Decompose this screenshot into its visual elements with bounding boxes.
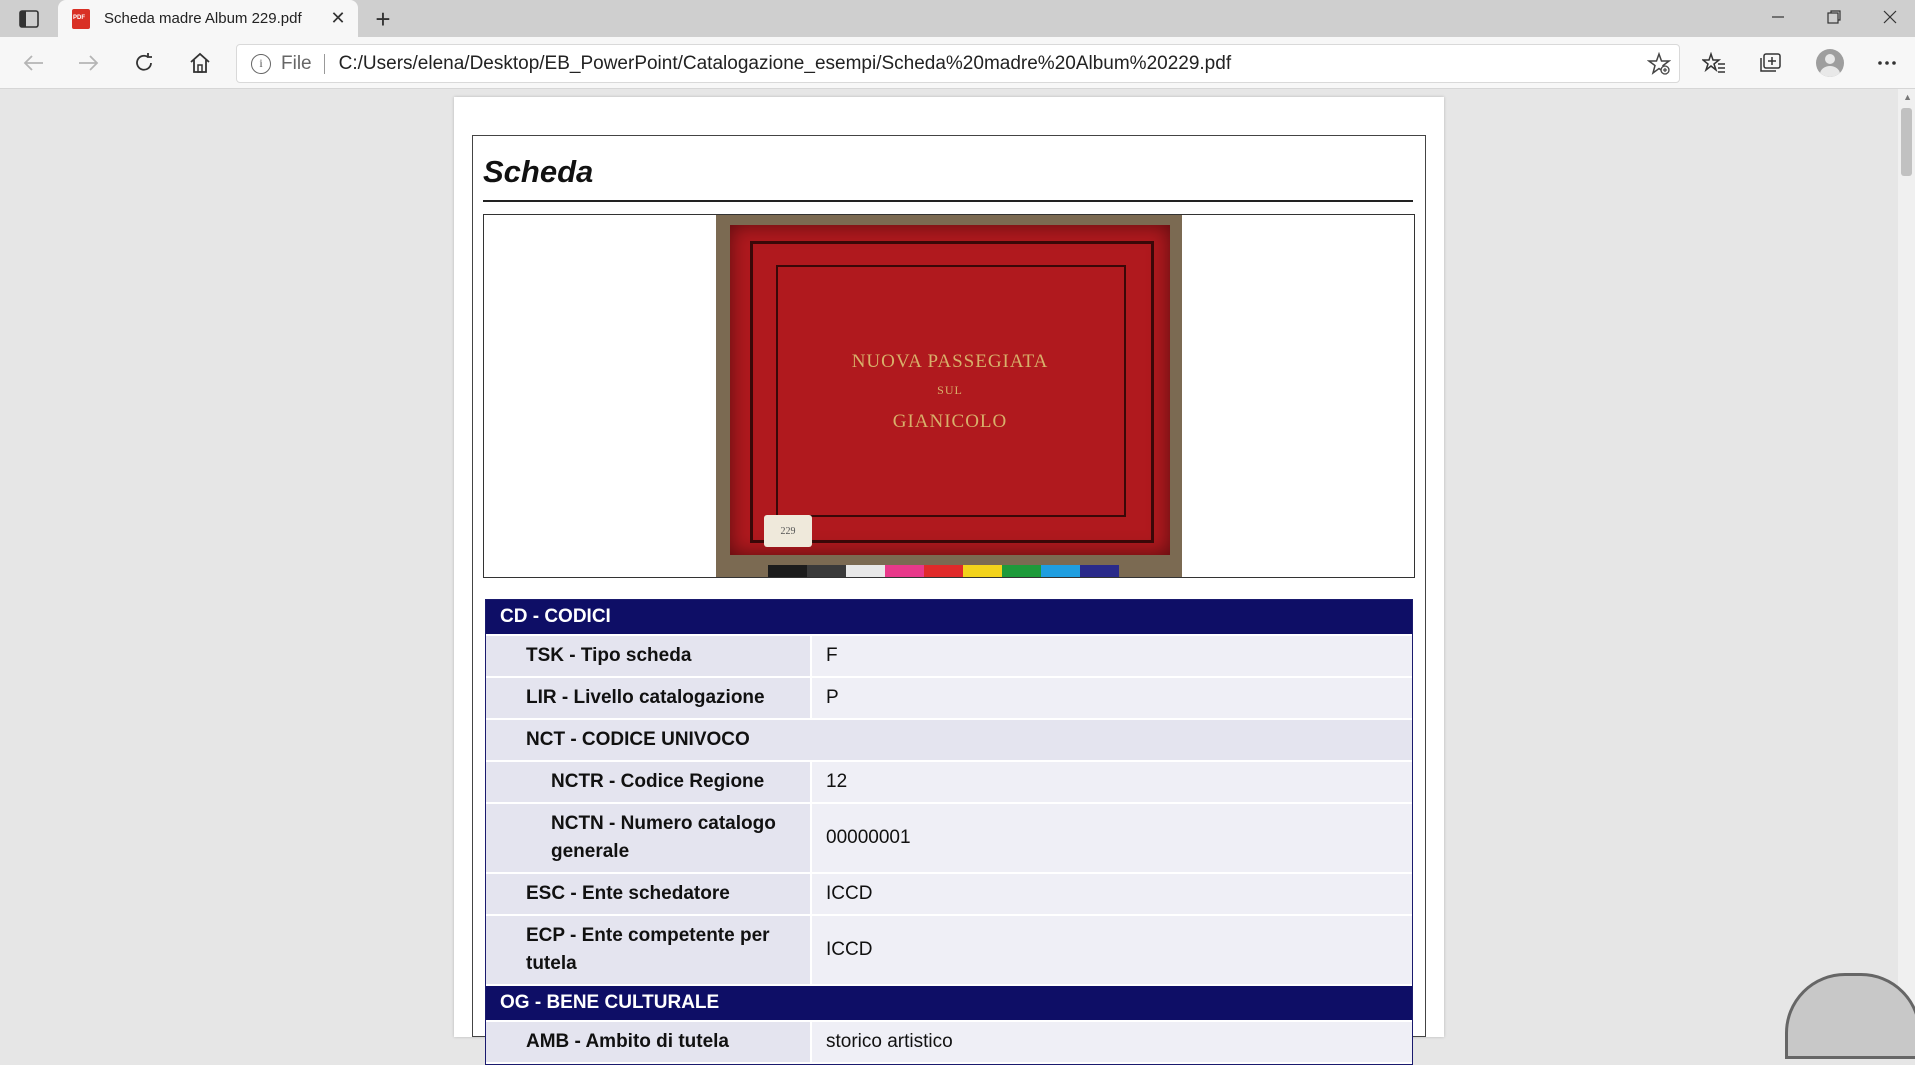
info-icon[interactable]: i [251, 53, 271, 74]
record-frame: Scheda NUOVA PASSEGIATA SUL GIANICOLO 22… [472, 135, 1426, 1065]
refresh-icon[interactable] [126, 45, 162, 81]
section-header: CD - CODICI [486, 600, 1412, 636]
scrollbar[interactable] [1898, 89, 1915, 1027]
field-label: TSK - Tipo scheda [486, 636, 810, 676]
album-title-line2: SUL [937, 383, 963, 397]
collections-icon[interactable] [1753, 46, 1787, 80]
color-swatch [963, 565, 1002, 577]
table-row: ESC - Ente schedatore ICCD [486, 874, 1412, 916]
catalog-table: CD - CODICI TSK - Tipo scheda F LIR - Livel… [485, 599, 1413, 1065]
add-favorite-icon[interactable] [1646, 51, 1672, 76]
color-swatch [1041, 565, 1080, 577]
color-swatch [1080, 565, 1119, 577]
back-icon[interactable] [16, 45, 52, 81]
page-title: Scheda [483, 154, 594, 189]
field-value: 12 [810, 762, 1412, 802]
title-rule [483, 200, 1413, 202]
field-value: F [810, 636, 1412, 676]
field-value: ICCD [810, 916, 1412, 984]
pdf-page: Scheda NUOVA PASSEGIATA SUL GIANICOLO 22… [454, 97, 1444, 1065]
window-close-icon[interactable] [1862, 0, 1915, 34]
address-separator [323, 53, 325, 74]
title-bar: Scheda madre Album 229.pdf ✕ + [0, 0, 1915, 37]
tab-title: Scheda madre Album 229.pdf [104, 10, 302, 27]
field-label: AMB - Ambito di tutela [486, 1022, 810, 1062]
color-swatch [885, 565, 924, 577]
table-row: NCTR - Codice Regione 12 [486, 762, 1412, 804]
scrollbar-thumb[interactable] [1901, 108, 1912, 176]
table-row: ECP - Ente competente per tutela ICCD [486, 916, 1412, 986]
tab-active[interactable]: Scheda madre Album 229.pdf ✕ [58, 0, 358, 37]
color-swatch [1002, 565, 1041, 577]
plus-icon[interactable]: + [368, 4, 398, 34]
color-swatch [846, 565, 885, 577]
field-label: NCTN - Numero catalogo generale [486, 804, 810, 872]
address-scheme-label: File [281, 52, 312, 74]
album-cover: NUOVA PASSEGIATA SUL GIANICOLO 229 [730, 225, 1170, 555]
album-label: 229 [764, 515, 812, 547]
field-value: 00000001 [810, 804, 1412, 872]
tab-actions-icon[interactable] [14, 6, 44, 32]
album-title-line3: GIANICOLO [892, 411, 1008, 432]
forward-icon[interactable] [70, 45, 106, 81]
browser-toolbar: i File C:/Users/elena/Desktop/EB_PowerPo… [0, 37, 1915, 89]
table-row: NCTN - Numero catalogo generale 00000001 [486, 804, 1412, 874]
scroll-up-arrow-icon[interactable]: ▲ [1903, 92, 1912, 102]
field-label: ESC - Ente schedatore [486, 874, 810, 914]
page-corner-overlay [1785, 973, 1915, 1059]
section-header: OG - BENE CULTURALE [486, 986, 1412, 1022]
color-swatch [807, 565, 846, 577]
restore-icon[interactable] [1806, 0, 1862, 34]
color-swatch [768, 565, 807, 577]
field-value: storico artistico [810, 1022, 1412, 1062]
profile-avatar[interactable] [1816, 49, 1844, 77]
address-bar[interactable]: i File C:/Users/elena/Desktop/EB_PowerPo… [236, 44, 1680, 83]
table-row: NCT - CODICE UNIVOCO [486, 720, 1412, 762]
field-label: LIR - Livello catalogazione [486, 678, 810, 718]
field-label: ECP - Ente competente per tutela [486, 916, 810, 984]
color-swatch [924, 565, 963, 577]
home-icon[interactable] [182, 45, 218, 81]
table-row: AMB - Ambito di tutela storico artistico [486, 1022, 1412, 1064]
table-row: LIR - Livello catalogazione P [486, 678, 1412, 720]
address-url[interactable]: C:/Users/elena/Desktop/EB_PowerPoint/Cat… [339, 53, 1231, 75]
photo-box: NUOVA PASSEGIATA SUL GIANICOLO 229 [483, 214, 1415, 578]
favorites-icon[interactable] [1697, 46, 1731, 80]
color-chart [768, 565, 1119, 577]
table-row: TSK - Tipo scheda F [486, 636, 1412, 678]
album-title-line1: NUOVA PASSEGIATA [851, 351, 1049, 372]
field-label: NCT - CODICE UNIVOCO [486, 720, 1412, 760]
field-value: ICCD [810, 874, 1412, 914]
pdf-file-icon [72, 8, 90, 29]
album-photo: NUOVA PASSEGIATA SUL GIANICOLO 229 [716, 215, 1182, 577]
more-icon[interactable] [1870, 46, 1904, 80]
field-label: NCTR - Codice Regione [486, 762, 810, 802]
field-value: P [810, 678, 1412, 718]
close-icon[interactable]: ✕ [324, 5, 352, 33]
minimize-icon[interactable] [1750, 0, 1806, 34]
